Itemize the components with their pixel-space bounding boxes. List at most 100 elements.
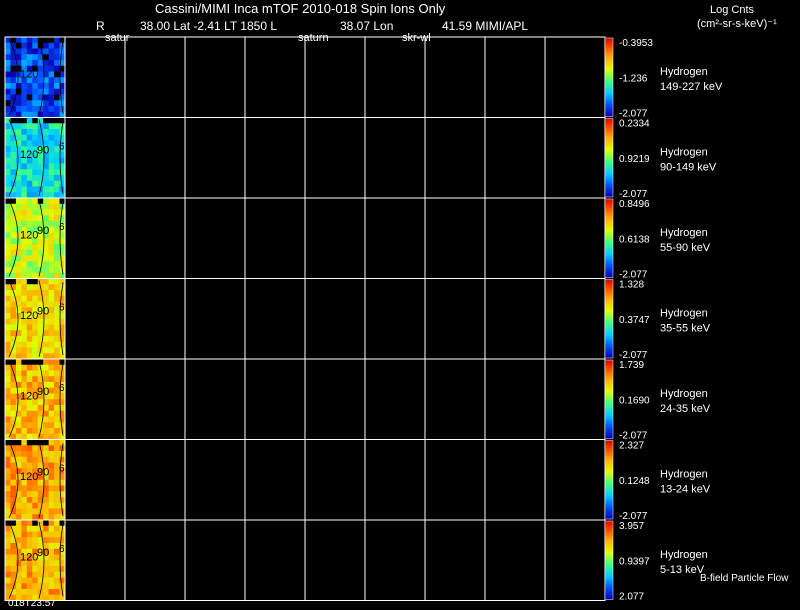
heatmap-cell [26, 88, 33, 95]
heatmap-cell [5, 140, 11, 147]
heatmap-cell [54, 341, 60, 348]
heatmap-cell [21, 83, 28, 90]
heatmap-cell [5, 456, 11, 463]
heatmap-cell [15, 422, 22, 429]
heatmap-cell [32, 520, 39, 527]
heatmap-cell [54, 330, 60, 337]
heatmap-cell [5, 474, 11, 481]
heatmap-cell [26, 502, 33, 509]
heatmap-cell [5, 238, 11, 245]
heatmap-cell [54, 203, 60, 210]
heatmap-cell [48, 347, 55, 354]
heatmap-cell [48, 65, 55, 72]
heatmap-cell [21, 192, 28, 199]
heatmap-cell [10, 272, 17, 279]
heatmap-cell [5, 255, 11, 262]
heatmap-cell [26, 180, 33, 187]
heatmap-cell [10, 560, 17, 567]
heatmap-cell [48, 445, 55, 452]
heatmap-cell [26, 589, 33, 596]
heatmap-cell [5, 48, 11, 55]
heatmap-cell [32, 180, 39, 187]
colorbar-max-label: 3.957 [619, 521, 644, 532]
heatmap-cell [21, 439, 28, 446]
heatmap-cell [5, 123, 11, 130]
colorbar-max-label: 1.328 [619, 280, 644, 291]
heatmap-cell [10, 192, 17, 199]
heatmap-cell [15, 566, 22, 573]
heatmap-cell [43, 376, 49, 383]
heatmap-cell [48, 123, 55, 130]
heatmap-cell [54, 152, 60, 159]
angle-label-b: 90 [37, 225, 49, 237]
heatmap-cell [48, 428, 55, 435]
heatmap-cell [21, 364, 28, 371]
heatmap-cell [37, 198, 44, 205]
heatmap-cell [10, 157, 17, 164]
colorbar-mid-label: 0.1248 [619, 476, 650, 487]
species-label: Hydrogen [660, 549, 708, 561]
heatmap-cell [32, 192, 39, 199]
heatmap-cell [15, 537, 22, 544]
heatmap-cell [21, 422, 28, 429]
heatmap-cell [21, 543, 28, 550]
angle-label-c: 6 [59, 142, 65, 153]
heatmap-cell [48, 433, 55, 440]
heatmap-cell [48, 313, 55, 320]
heatmap-cell [43, 571, 49, 578]
heatmap-cell [5, 571, 11, 578]
heatmap-cell [43, 215, 49, 222]
heatmap-cell [10, 238, 17, 245]
heatmap-cell [54, 54, 60, 61]
heatmap-cell [32, 508, 39, 515]
heatmap-cell [54, 65, 60, 72]
heatmap-cell [15, 267, 22, 274]
heatmap-cell [48, 54, 55, 61]
heatmap-cell [48, 376, 55, 383]
heatmap-cell [26, 54, 33, 61]
heatmap-cell [21, 186, 28, 193]
heatmap-cell [5, 106, 11, 113]
heatmap-cell [48, 456, 55, 463]
heatmap-cell [21, 163, 28, 170]
heatmap-cell [32, 215, 39, 222]
heatmap-cell [32, 456, 39, 463]
heatmap-cell [5, 215, 11, 222]
heatmap-cell [37, 244, 44, 251]
heatmap-cell [54, 37, 60, 44]
heatmap-cell [48, 157, 55, 164]
heatmap-cell [48, 341, 55, 348]
heatmap-cell [21, 583, 28, 590]
heatmap-cell [37, 318, 44, 325]
heatmap-cell [32, 244, 39, 251]
heatmap-cell [21, 433, 28, 440]
heatmap-cell [5, 88, 11, 95]
heatmap-cell [43, 180, 49, 187]
heatmap-cell [15, 244, 22, 251]
heatmap-cell [5, 554, 11, 561]
heatmap-cell [54, 169, 60, 176]
panel-2: 12090 60.84960.6138-2.077Hydrogen55-90 ke… [4, 197, 711, 281]
heatmap-cell [21, 347, 28, 354]
heatmap-cell [26, 129, 33, 136]
heatmap-cell [5, 54, 11, 61]
heatmap-cell [48, 359, 55, 366]
heatmap-cell [43, 60, 49, 67]
heatmap-cell [15, 341, 22, 348]
heatmap-cell [26, 175, 33, 182]
heatmap-cell [54, 192, 60, 199]
heatmap-cell [54, 157, 60, 164]
heatmap-cell [26, 60, 33, 67]
heatmap-cell [26, 336, 33, 343]
heatmap-cell [37, 88, 44, 95]
heatmap-cell [43, 451, 49, 458]
heatmap-cell [21, 129, 28, 136]
heatmap-cell [43, 209, 49, 216]
heatmap-cell [21, 221, 28, 228]
angle-label-b: 90 [37, 306, 49, 318]
heatmap-cell [37, 341, 44, 348]
heatmap-cell [10, 226, 17, 233]
heatmap-cell [37, 37, 44, 44]
heatmap-cell [43, 491, 49, 498]
heatmap-cell [48, 111, 55, 118]
